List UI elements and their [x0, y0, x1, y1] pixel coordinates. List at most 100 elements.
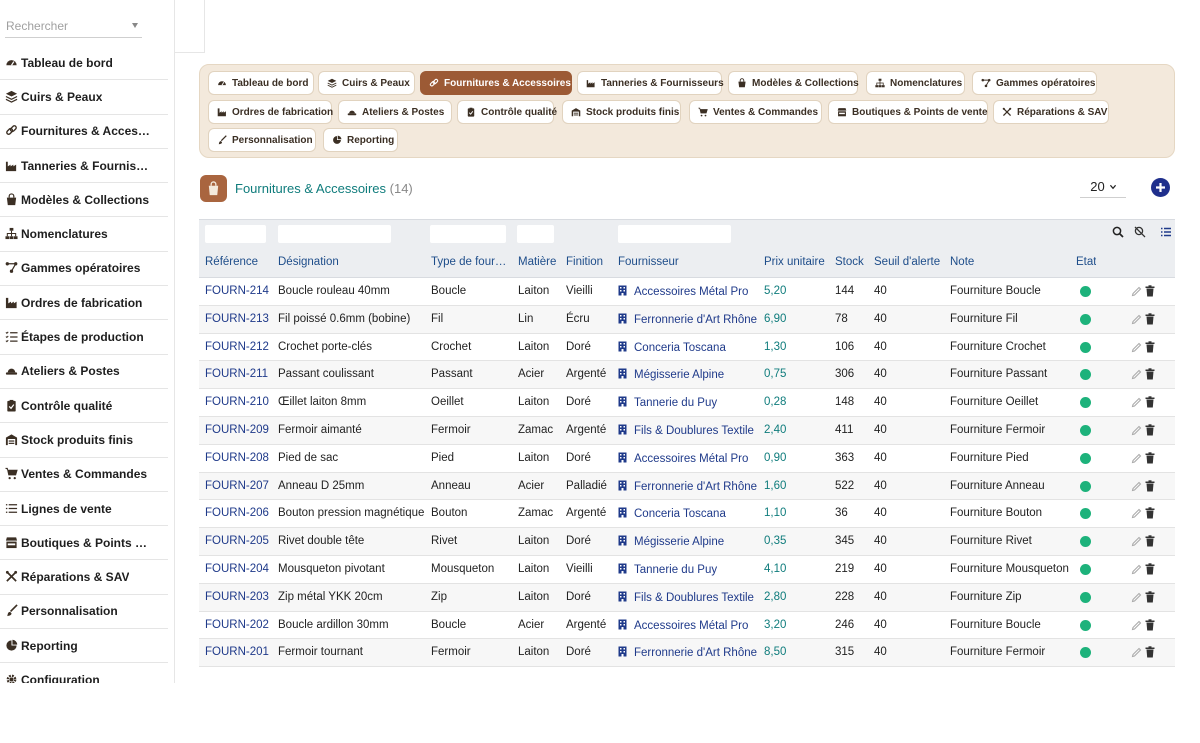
trash-icon[interactable] — [1145, 396, 1155, 408]
sidebar-item-15[interactable]: Réparations & SAV — [0, 560, 168, 595]
filter-input-type[interactable] — [430, 225, 506, 243]
cell-reference[interactable]: FOURN-211 — [205, 368, 268, 380]
sidebar-item-6[interactable]: Gammes opératoires — [0, 252, 168, 287]
tab-2[interactable]: Fournitures & Accessoires — [420, 71, 572, 95]
table-row[interactable]: FOURN-206 Bouton pression magnétique Bouto… — [199, 500, 1175, 529]
table-row[interactable]: FOURN-201 Fermoir tournant Fermoir Laiton Do… — [199, 639, 1175, 668]
column-header-designation[interactable]: Désignation — [278, 256, 339, 268]
sidebar-item-8[interactable]: Étapes de production — [0, 320, 168, 355]
sidebar-item-3[interactable]: Tanneries & Fournis… — [0, 149, 168, 184]
cell-fournisseur[interactable]: Accessoires Métal Pro — [618, 452, 748, 465]
sidebar-item-2[interactable]: Fournitures & Acces… — [0, 115, 168, 149]
filter-input-designation[interactable] — [278, 225, 391, 243]
add-button[interactable] — [1151, 178, 1170, 197]
trash-icon[interactable] — [1145, 313, 1155, 325]
trash-icon[interactable] — [1145, 535, 1155, 547]
column-header-etat[interactable]: État — [1076, 256, 1096, 268]
cell-fournisseur[interactable]: Fils & Doublures Textile — [618, 424, 754, 437]
pencil-icon[interactable] — [1131, 369, 1142, 380]
sidebar-item-13[interactable]: Lignes de vente — [0, 492, 168, 527]
column-header-seuil-alerte[interactable]: Seuil d'alerte — [874, 256, 940, 268]
trash-icon[interactable] — [1145, 285, 1155, 297]
table-row[interactable]: FOURN-204 Mousqueton pivotant Mousqueton La… — [199, 556, 1175, 584]
filter-input-reference[interactable] — [205, 225, 266, 243]
tab-7[interactable]: Ordres de fabrication — [208, 100, 333, 124]
filter-input-matiere[interactable] — [517, 225, 554, 243]
filter-input-fournisseur[interactable] — [618, 225, 731, 243]
tab-3[interactable]: Tanneries & Fournisseurs — [577, 71, 724, 95]
tab-14[interactable]: Personnalisation — [208, 128, 316, 152]
sidebar-item-14[interactable]: Boutiques & Points … — [0, 526, 168, 561]
sidebar-item-7[interactable]: Ordres de fabrication — [0, 286, 168, 321]
column-list-icon[interactable] — [1160, 226, 1172, 238]
cell-reference[interactable]: FOURN-210 — [205, 396, 269, 408]
pencil-icon[interactable] — [1131, 536, 1142, 547]
page-size-select[interactable]: 20 — [1080, 176, 1126, 198]
table-row[interactable]: FOURN-205 Rivet double tête Rivet Laiton Dor… — [199, 528, 1175, 556]
table-row[interactable]: FOURN-211 Passant coulissant Passant Acier A… — [199, 361, 1175, 390]
cell-fournisseur[interactable]: Ferronnerie d'Art Rhône — [618, 313, 757, 326]
cell-reference[interactable]: FOURN-213 — [205, 313, 269, 325]
sidebar-item-12[interactable]: Ventes & Commandes — [0, 458, 168, 492]
table-row[interactable]: FOURN-203 Zip métal YKK 20cm Zip Laiton Doré… — [199, 583, 1175, 612]
sidebar-item-0[interactable]: Tableau de bord — [0, 46, 168, 81]
cell-reference[interactable]: FOURN-201 — [205, 646, 269, 658]
table-row[interactable]: FOURN-207 Anneau D 25mm Anneau Acier Palladi… — [199, 472, 1175, 501]
cell-fournisseur[interactable]: Accessoires Métal Pro — [618, 285, 748, 298]
cell-fournisseur[interactable]: Ferronnerie d'Art Rhône — [618, 480, 757, 493]
cell-fournisseur[interactable]: Accessoires Métal Pro — [618, 619, 748, 632]
column-header-reference[interactable]: Référence — [205, 256, 258, 268]
search-input[interactable] — [5, 14, 125, 38]
pencil-icon[interactable] — [1131, 647, 1142, 658]
pencil-icon[interactable] — [1131, 453, 1142, 464]
tab-12[interactable]: Boutiques & Points de vente — [828, 100, 988, 124]
trash-icon[interactable] — [1145, 452, 1155, 464]
table-row[interactable]: FOURN-210 Œillet laiton 8mm Oeillet Laiton D… — [199, 389, 1175, 417]
sidebar-search[interactable] — [5, 14, 142, 38]
cell-reference[interactable]: FOURN-203 — [205, 591, 269, 603]
trash-icon[interactable] — [1145, 646, 1155, 658]
sidebar-item-5[interactable]: Nomenclatures — [0, 217, 168, 252]
pencil-icon[interactable] — [1131, 286, 1142, 297]
cell-reference[interactable]: FOURN-206 — [205, 507, 269, 519]
trash-icon[interactable] — [1145, 618, 1155, 631]
cell-fournisseur[interactable]: Conceria Toscana — [618, 341, 726, 354]
pencil-icon[interactable] — [1131, 425, 1142, 436]
column-header-finition[interactable]: Finition — [566, 256, 603, 268]
sidebar-item-17[interactable]: Reporting — [0, 629, 168, 664]
column-header-note[interactable]: Note — [950, 256, 974, 268]
trash-icon[interactable] — [1145, 507, 1155, 519]
tab-9[interactable]: Contrôle qualité — [457, 100, 557, 124]
search-icon[interactable] — [1112, 226, 1124, 238]
column-header-prix-unitaire[interactable]: Prix unitaire — [764, 256, 825, 268]
cell-fournisseur[interactable]: Conceria Toscana — [618, 507, 726, 520]
pencil-icon[interactable] — [1131, 481, 1142, 492]
sidebar-item-4[interactable]: Modèles & Collections — [0, 183, 168, 218]
cell-fournisseur[interactable]: Tannerie du Puy — [618, 396, 717, 409]
cell-fournisseur[interactable]: Fils & Doublures Textile — [618, 591, 754, 604]
cell-fournisseur[interactable]: Mégisserie Alpine — [618, 535, 724, 548]
tab-5[interactable]: Nomenclatures — [866, 71, 965, 95]
column-header-fournisseur[interactable]: Fournisseur — [618, 256, 679, 268]
tab-11[interactable]: Ventes & Commandes — [689, 100, 822, 124]
trash-icon[interactable] — [1145, 479, 1155, 492]
pencil-icon[interactable] — [1131, 342, 1142, 353]
table-row[interactable]: FOURN-202 Boucle ardillon 30mm Boucle Acier… — [199, 612, 1175, 640]
trash-icon[interactable] — [1145, 340, 1155, 353]
cell-reference[interactable]: FOURN-205 — [205, 535, 269, 547]
pencil-icon[interactable] — [1131, 397, 1142, 408]
column-header-type[interactable]: Type de four… — [431, 256, 507, 268]
tab-10[interactable]: Stock produits finis — [562, 100, 681, 124]
tab-8[interactable]: Ateliers & Postes — [338, 100, 452, 124]
cell-reference[interactable]: FOURN-209 — [205, 424, 269, 436]
cell-reference[interactable]: FOURN-214 — [205, 285, 269, 297]
cell-fournisseur[interactable]: Ferronnerie d'Art Rhône — [618, 646, 757, 659]
pencil-icon[interactable] — [1131, 620, 1142, 631]
tab-13[interactable]: Réparations & SAV — [993, 100, 1109, 124]
sidebar-item-18[interactable]: Configuration — [0, 663, 168, 683]
tab-0[interactable]: Tableau de bord — [208, 71, 314, 95]
sidebar-item-1[interactable]: Cuirs & Peaux — [0, 80, 168, 115]
trash-icon[interactable] — [1145, 563, 1155, 575]
pencil-icon[interactable] — [1131, 314, 1142, 325]
table-row[interactable]: FOURN-209 Fermoir aimanté Fermoir Zamac Arge… — [199, 417, 1175, 445]
